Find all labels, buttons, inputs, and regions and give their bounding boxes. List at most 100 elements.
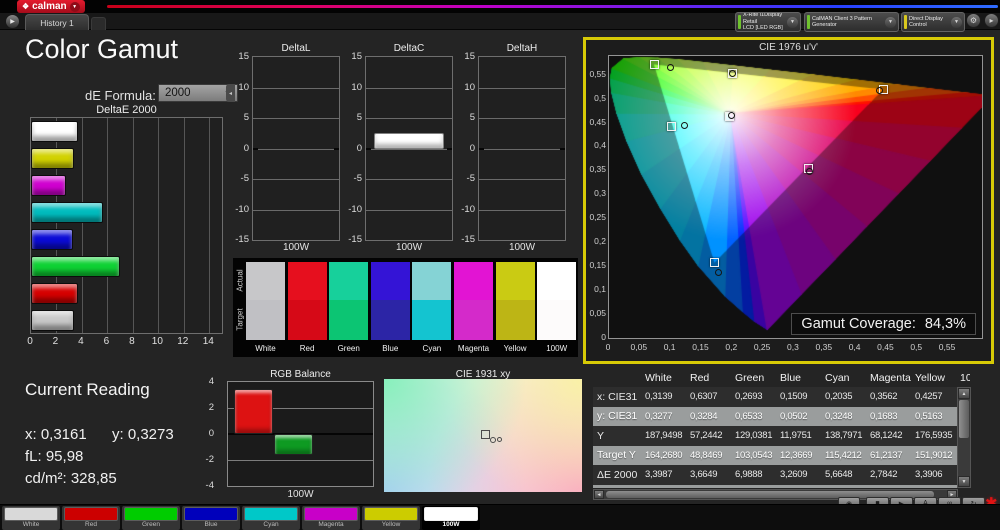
expand-button[interactable]: ▸ bbox=[984, 13, 999, 28]
pattern-tile-label: Blue bbox=[204, 521, 218, 528]
swatch-label: Green bbox=[337, 344, 360, 353]
swatch-label: Red bbox=[299, 344, 315, 353]
settings-button[interactable]: ⚙ bbox=[966, 13, 981, 28]
scroll-left-button[interactable]: ◄ bbox=[594, 490, 604, 499]
rgb-bar-red bbox=[234, 388, 273, 434]
gridline bbox=[209, 118, 211, 333]
swatch-actual-red bbox=[287, 262, 327, 300]
chevron-down-icon[interactable]: ▼ bbox=[885, 16, 896, 28]
axis-tick-label: 6 bbox=[103, 336, 110, 347]
table-column-header: Green bbox=[735, 371, 765, 384]
pattern-tile-100w[interactable]: 100W bbox=[422, 506, 480, 530]
pattern-tile-yellow[interactable]: Yellow bbox=[362, 506, 420, 530]
calman-diamond-icon: ❖ bbox=[22, 2, 30, 11]
table-cell: 0,3284 bbox=[690, 410, 718, 422]
axis-tick-label: 0,2 bbox=[725, 342, 738, 352]
axis-tick-label: 14 bbox=[202, 336, 214, 347]
row-label: ΔE 2000 bbox=[597, 468, 638, 481]
table-cell: 68,1242 bbox=[870, 430, 903, 442]
table-cell: 0,1509 bbox=[780, 391, 808, 403]
cie1976-actual-red bbox=[875, 86, 883, 94]
axis-tick-label: 15 bbox=[238, 51, 249, 62]
pattern-tile-white[interactable]: White bbox=[2, 506, 60, 530]
axis-tick-label: -4 bbox=[205, 480, 214, 491]
swatch-label: Yellow bbox=[503, 344, 527, 353]
hardware-button-label: CalMAN Client 3 Pattern Generator bbox=[812, 16, 883, 29]
hardware-button-3[interactable]: Direct Display Control ▼ bbox=[901, 12, 965, 32]
status-bar-icon bbox=[904, 15, 907, 29]
pattern-patch bbox=[64, 507, 118, 521]
table-vertical-scrollbar[interactable]: ▲ ▼ bbox=[957, 387, 971, 488]
tab-stub[interactable] bbox=[91, 17, 106, 30]
hardware-button-1[interactable]: X-Rite i1Display Retail LCD [LED RGB] ▼ bbox=[735, 12, 801, 32]
gamut-coverage-badge: Gamut Coverage: 84,3% bbox=[791, 313, 976, 335]
gamut-coverage-value: 84,3% bbox=[924, 316, 966, 332]
gridline bbox=[183, 118, 185, 333]
deltah-xlabel: 100W bbox=[508, 242, 536, 253]
deltac-bar bbox=[374, 133, 444, 149]
zero-tick bbox=[560, 147, 565, 150]
arrow-right-icon: ▸ bbox=[989, 16, 994, 25]
row-label: y: CIE31 bbox=[597, 410, 638, 423]
deltae-bar-red bbox=[31, 283, 78, 304]
deltae-bar-blue bbox=[31, 229, 73, 250]
table-cell: 11,9751 bbox=[780, 430, 812, 442]
table-cell: 103,0543 bbox=[735, 449, 773, 461]
axis-tick-label: -5 bbox=[466, 173, 475, 184]
pattern-tile-blue[interactable]: Blue bbox=[182, 506, 240, 530]
cie1976-canvas bbox=[609, 56, 982, 338]
pattern-tile-magenta[interactable]: Magenta bbox=[302, 506, 360, 530]
axis-tick-label: 2 bbox=[208, 402, 214, 413]
pattern-tile-red[interactable]: Red bbox=[62, 506, 120, 530]
accent-gradient-line bbox=[107, 5, 998, 8]
zero-tick bbox=[447, 147, 452, 150]
table-cell: 176,5935 bbox=[915, 430, 953, 442]
table-cell: 129,0381 bbox=[735, 430, 773, 442]
deltac-xlabel: 100W bbox=[395, 242, 423, 253]
de-formula-value: 2000 bbox=[165, 87, 191, 99]
logo-menu-chevron-down-icon[interactable]: ▼ bbox=[69, 1, 80, 12]
zero-tick bbox=[253, 147, 258, 150]
table-row-x-cie31: x: CIE31 0,3139 0,6307 0,2693 0,1509 0,2035 0,… bbox=[593, 387, 970, 407]
hardware-button-2[interactable]: CalMAN Client 3 Pattern Generator ▼ bbox=[804, 12, 899, 32]
chevron-down-icon[interactable]: ▼ bbox=[951, 16, 962, 28]
table-cell: 5,6648 bbox=[825, 469, 853, 481]
cie1976-actual-blue bbox=[714, 269, 722, 277]
tab-history-1[interactable]: History 1 bbox=[25, 14, 89, 30]
vertical-scroll-thumb[interactable] bbox=[959, 400, 969, 438]
session-play-button[interactable]: ▶ bbox=[6, 15, 19, 28]
gridline bbox=[253, 179, 339, 180]
deltae-bar-yellow bbox=[31, 148, 75, 169]
axis-tick-label: 0,05 bbox=[630, 342, 648, 352]
axis-tick-label: 4 bbox=[208, 376, 214, 387]
calman-logo-button[interactable]: ❖ calman ▼ bbox=[17, 0, 85, 13]
axis-tick-label: 0,5 bbox=[594, 92, 606, 103]
table-column-header: Magenta bbox=[870, 371, 911, 384]
table-cell: 0,2693 bbox=[735, 391, 763, 403]
scroll-up-button[interactable]: ▲ bbox=[958, 388, 970, 399]
table-cell: 0,6533 bbox=[735, 410, 763, 422]
table-row-jeita: JEITA10,280313,458420,84088,548024,14581… bbox=[593, 484, 970, 488]
pattern-patch bbox=[184, 507, 238, 521]
axis-tick-label: 0,15 bbox=[692, 342, 709, 352]
chevron-down-icon[interactable]: ▼ bbox=[787, 16, 798, 28]
row-label: Y bbox=[597, 429, 605, 442]
pattern-tile-green[interactable]: Green bbox=[122, 506, 180, 530]
axis-tick-label: 0,55 bbox=[589, 68, 606, 79]
zero-tick bbox=[366, 147, 371, 150]
axis-tick-label: 5 bbox=[243, 112, 249, 123]
hardware-label-line1: X-Rite i1Display Retail bbox=[743, 12, 783, 25]
axis-tick-label: 0,15 bbox=[589, 260, 606, 271]
gridline bbox=[366, 179, 452, 180]
axis-tick-label: -10 bbox=[235, 203, 249, 215]
cie1976-target-cyan bbox=[667, 121, 677, 131]
table-cell: 48,8469 bbox=[690, 449, 723, 461]
cie1976-title: CIE 1976 u'v' bbox=[759, 42, 818, 53]
pattern-tile-cyan[interactable]: Cyan bbox=[242, 506, 300, 530]
pattern-patch bbox=[424, 507, 478, 521]
axis-tick-label: -15 bbox=[348, 234, 362, 245]
axis-tick-label: 0,25 bbox=[753, 342, 771, 352]
triangle-left-icon: ◄ bbox=[596, 491, 602, 498]
scroll-down-button[interactable]: ▼ bbox=[958, 476, 970, 487]
table-cell: 3,6649 bbox=[690, 469, 718, 481]
